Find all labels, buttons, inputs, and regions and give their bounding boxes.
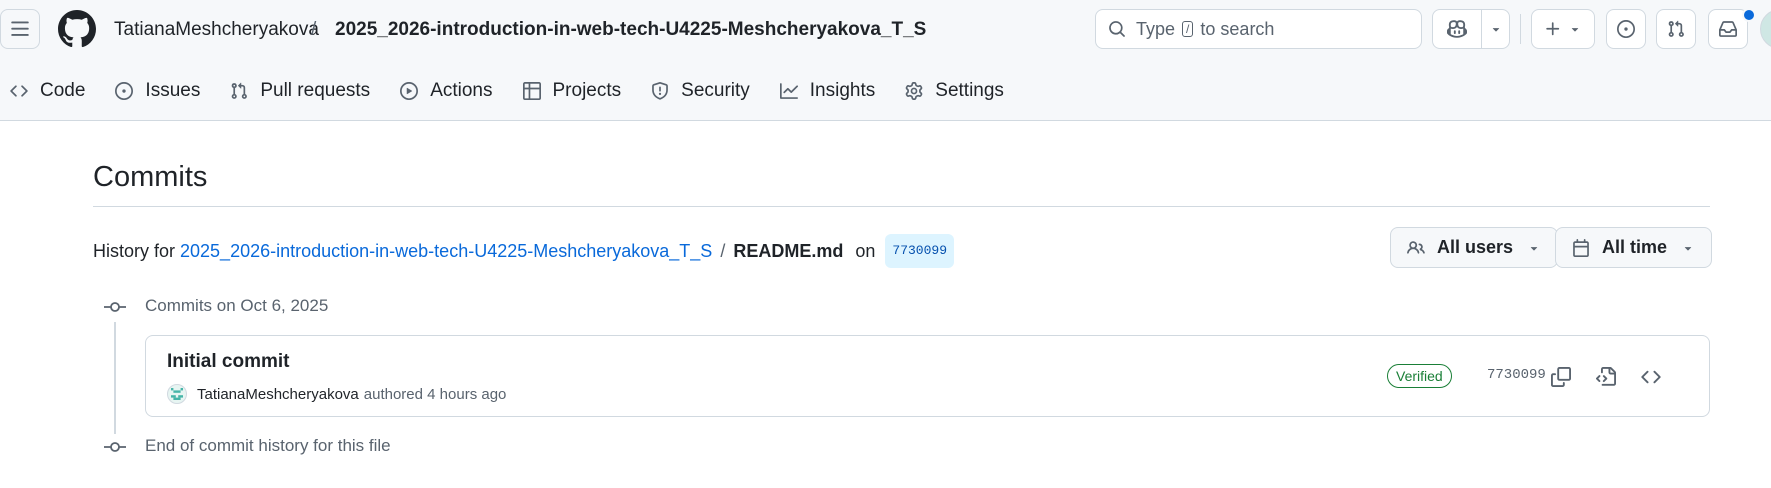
commit-row: Initial commit TatianaMeshcheryakova aut… xyxy=(145,335,1710,417)
tab-security-label: Security xyxy=(681,80,750,101)
tab-code[interactable]: Code xyxy=(10,80,85,102)
graph-icon xyxy=(779,83,798,99)
header-divider xyxy=(1520,14,1521,44)
repo-header: TatianaMeshcheryakova / 2025_2026-introd… xyxy=(0,0,1771,121)
commit-action: authored xyxy=(363,385,423,403)
hamburger-icon xyxy=(11,21,29,36)
gear-icon xyxy=(905,82,923,100)
history-breadcrumb: History for 2025_2026-introduction-in-we… xyxy=(93,234,954,268)
tab-pull-requests[interactable]: Pull requests xyxy=(230,80,370,102)
triangle-down-icon xyxy=(1530,246,1538,251)
search-icon xyxy=(1109,21,1125,37)
git-commit-icon xyxy=(104,302,126,312)
tab-pull-requests-label: Pull requests xyxy=(260,80,371,101)
repo-nav: Code Issues Pull requests Actions Projec… xyxy=(10,76,1034,106)
tab-actions[interactable]: Actions xyxy=(400,80,493,102)
table-icon xyxy=(522,82,541,100)
search-placeholder: Type / to search xyxy=(1136,19,1274,40)
commit-meta: TatianaMeshcheryakova authored 4 hours a… xyxy=(167,384,506,404)
identicon-icon xyxy=(171,388,183,400)
copilot-icon xyxy=(1447,20,1467,38)
issues-shortcut-button[interactable] xyxy=(1606,9,1646,49)
history-on: on xyxy=(855,241,876,261)
all-time-label: All time xyxy=(1602,237,1668,257)
page-title: Commits xyxy=(93,161,208,193)
breadcrumb-separator: / xyxy=(311,19,317,40)
tab-insights[interactable]: Insights xyxy=(779,80,876,102)
copy-sha-button[interactable] xyxy=(1546,362,1576,392)
verified-badge[interactable]: Verified xyxy=(1387,364,1452,388)
calendar-icon xyxy=(1573,238,1589,257)
tab-settings[interactable]: Settings xyxy=(905,80,1004,102)
search-input[interactable]: Type / to search xyxy=(1095,9,1422,49)
triangle-down-icon xyxy=(1571,28,1579,32)
search-shortcut-key: / xyxy=(1182,21,1194,37)
author-avatar[interactable] xyxy=(167,384,187,404)
git-pull-request-icon xyxy=(1668,20,1684,37)
tab-security[interactable]: Security xyxy=(651,80,750,102)
tab-insights-label: Insights xyxy=(809,80,876,101)
commit-sha-link[interactable]: 7730099 xyxy=(1487,367,1546,383)
history-slash: / xyxy=(720,241,726,261)
search-suffix: to search xyxy=(1200,19,1275,39)
git-pull-request-icon xyxy=(232,82,248,99)
menu-button[interactable] xyxy=(0,9,40,49)
play-icon xyxy=(400,82,419,100)
view-file-at-commit-button[interactable] xyxy=(1591,362,1621,392)
commit-title-link[interactable]: Initial commit xyxy=(167,351,289,373)
breadcrumb-repo[interactable]: 2025_2026-introduction-in-web-tech-U4225… xyxy=(335,18,926,42)
commit-time: 4 hours ago xyxy=(427,385,507,403)
user-avatar[interactable] xyxy=(1760,9,1771,49)
issue-opened-icon xyxy=(1617,20,1635,38)
history-prefix: History for xyxy=(93,241,176,261)
shield-icon xyxy=(652,82,669,100)
triangle-down-icon xyxy=(1492,28,1500,32)
plus-icon xyxy=(1546,22,1560,36)
tab-actions-label: Actions xyxy=(430,80,493,101)
tab-issues[interactable]: Issues xyxy=(115,80,200,102)
copy-icon xyxy=(1551,367,1571,387)
triangle-down-icon xyxy=(1684,246,1692,251)
history-repo-link[interactable]: 2025_2026-introduction-in-web-tech-U4225… xyxy=(180,239,712,263)
tab-projects-label: Projects xyxy=(552,80,622,101)
code-icon xyxy=(1641,370,1661,384)
notification-dot xyxy=(1742,8,1756,22)
title-divider xyxy=(93,206,1710,207)
commit-author-link[interactable]: TatianaMeshcheryakova xyxy=(197,386,359,403)
tab-settings-label: Settings xyxy=(935,80,1004,101)
issue-icon xyxy=(115,82,134,100)
history-file: README.md xyxy=(733,241,844,261)
file-code-icon xyxy=(1596,367,1616,386)
all-users-label: All users xyxy=(1437,237,1514,257)
tab-projects[interactable]: Projects xyxy=(522,80,622,102)
browse-repo-at-commit-button[interactable] xyxy=(1636,362,1666,392)
all-users-filter-button[interactable]: All users xyxy=(1390,227,1559,268)
end-of-history-text: End of commit history for this file xyxy=(145,436,391,455)
breadcrumb-owner[interactable]: TatianaMeshcheryakova xyxy=(114,18,319,42)
people-icon xyxy=(1407,240,1425,254)
github-logo-icon[interactable] xyxy=(58,10,96,48)
commits-date-heading: Commits on Oct 6, 2025 xyxy=(145,296,329,315)
all-time-filter-button[interactable]: All time xyxy=(1555,227,1713,268)
tab-issues-label: Issues xyxy=(145,80,201,101)
copilot-button[interactable] xyxy=(1432,9,1510,49)
search-prefix: Type xyxy=(1136,19,1176,39)
git-commit-icon xyxy=(104,442,126,452)
pull-requests-shortcut-button[interactable] xyxy=(1656,9,1696,49)
history-sha-link[interactable]: 7730099 xyxy=(885,234,954,268)
tab-code-label: Code xyxy=(40,80,86,101)
inbox-icon xyxy=(1719,21,1737,37)
code-icon xyxy=(10,85,28,97)
timeline-line xyxy=(114,322,116,434)
create-new-button[interactable] xyxy=(1531,9,1595,49)
